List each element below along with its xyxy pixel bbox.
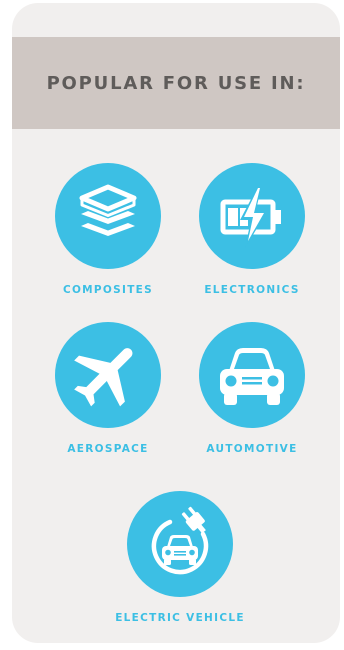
use-item-composites: COMPOSITES [38,163,178,296]
use-label-aerospace: AEROSPACE [67,443,149,455]
use-label-electronics: ELECTRONICS [204,284,300,296]
header-banner: POPULAR FOR USE IN: [12,37,340,129]
electric-car-plug-icon [151,506,209,575]
use-item-electric-vehicle: ELECTRIC VEHICLE [110,491,250,624]
electronics-circle [199,163,305,269]
electric-vehicle-circle [127,491,233,597]
use-item-aerospace: AEROSPACE [38,322,178,455]
car-icon [220,348,284,405]
composites-circle [55,163,161,269]
use-label-automotive: AUTOMOTIVE [206,443,298,455]
automotive-circle [199,322,305,428]
layers-icon [79,184,137,236]
airplane-icon [74,348,133,407]
battery-charging-icon [220,184,281,248]
use-label-composites: COMPOSITES [62,284,154,296]
use-item-electronics: ELECTRONICS [182,163,322,296]
aerospace-circle [55,322,161,428]
use-cases-card: POPULAR FOR USE IN: COMPOSITES ELECTRONI… [12,3,340,643]
use-label-electric-vehicle: ELECTRIC VEHICLE [115,612,245,624]
page-title: POPULAR FOR USE IN: [46,72,306,94]
use-item-automotive: AUTOMOTIVE [182,322,322,455]
